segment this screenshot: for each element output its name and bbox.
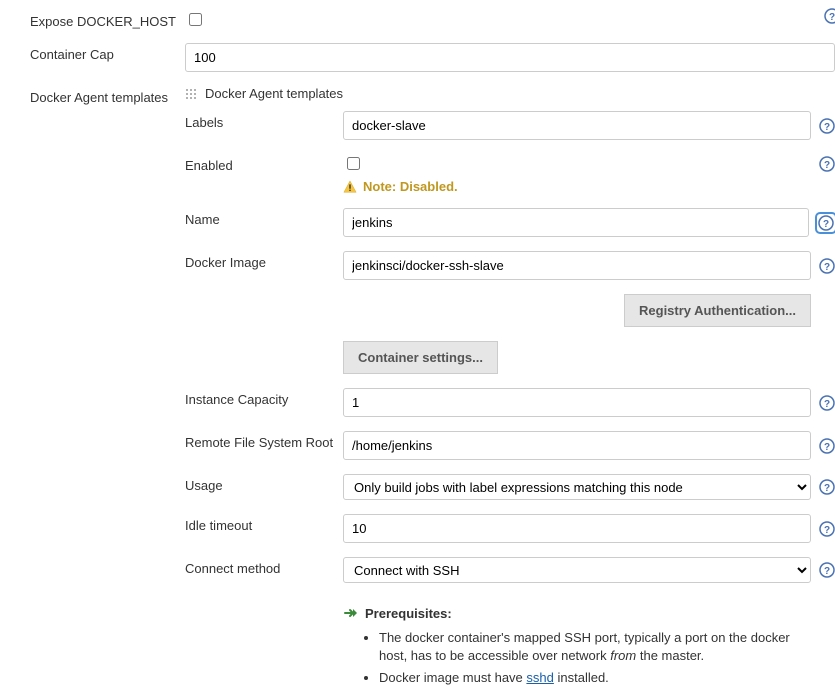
- disabled-note: Note: Disabled.: [363, 179, 458, 194]
- prerequisites-header: Prerequisites:: [365, 606, 452, 621]
- svg-text:?: ?: [824, 525, 830, 536]
- svg-text:?: ?: [824, 122, 830, 133]
- help-icon[interactable]: ?: [819, 118, 835, 134]
- expose-docker-host-label: Expose DOCKER_HOST: [30, 10, 185, 29]
- name-input[interactable]: [343, 208, 809, 237]
- prerequisites-list: The docker container's mapped SSH port, …: [363, 629, 835, 688]
- help-icon[interactable]: ?: [819, 562, 835, 578]
- enabled-label: Enabled: [185, 154, 343, 173]
- arrow-right-icon: [343, 605, 359, 621]
- container-cap-input[interactable]: [185, 43, 835, 72]
- help-icon[interactable]: ?: [819, 521, 835, 537]
- svg-text:?: ?: [824, 483, 830, 494]
- idle-timeout-input[interactable]: [343, 514, 811, 543]
- grip-icon[interactable]: [185, 88, 197, 100]
- remote-fs-input[interactable]: [343, 431, 811, 460]
- sshd-link[interactable]: sshd: [526, 670, 553, 685]
- svg-text:?: ?: [829, 12, 835, 23]
- list-item: Docker image must have sshd installed.: [379, 669, 811, 687]
- labels-label: Labels: [185, 111, 343, 130]
- help-icon[interactable]: ?: [819, 479, 835, 495]
- svg-text:?: ?: [824, 160, 830, 171]
- help-icon[interactable]: ?: [817, 214, 835, 232]
- labels-input[interactable]: [343, 111, 811, 140]
- svg-text:?: ?: [824, 399, 830, 410]
- svg-text:?: ?: [823, 219, 829, 230]
- registry-authentication-button[interactable]: Registry Authentication...: [624, 294, 811, 327]
- instance-capacity-label: Instance Capacity: [185, 388, 343, 407]
- usage-label: Usage: [185, 474, 343, 493]
- idle-timeout-label: Idle timeout: [185, 514, 343, 533]
- connect-method-select[interactable]: Connect with SSH: [343, 557, 811, 583]
- docker-image-label: Docker Image: [185, 251, 343, 270]
- docker-image-input[interactable]: [343, 251, 811, 280]
- help-icon[interactable]: ?: [819, 438, 835, 454]
- svg-text:?: ?: [824, 262, 830, 273]
- help-icon[interactable]: ?: [824, 8, 835, 24]
- container-cap-label: Container Cap: [30, 43, 185, 62]
- help-icon[interactable]: ?: [819, 258, 835, 274]
- connect-method-label: Connect method: [185, 557, 343, 576]
- list-item: The docker container's mapped SSH port, …: [379, 629, 811, 665]
- container-settings-button[interactable]: Container settings...: [343, 341, 498, 374]
- expose-docker-host-checkbox[interactable]: [189, 13, 202, 26]
- usage-select[interactable]: Only build jobs with label expressions m…: [343, 474, 811, 500]
- name-label: Name: [185, 208, 343, 227]
- help-icon[interactable]: ?: [819, 395, 835, 411]
- instance-capacity-input[interactable]: [343, 388, 811, 417]
- help-icon[interactable]: ?: [819, 156, 835, 172]
- svg-text:?: ?: [824, 566, 830, 577]
- warning-icon: [343, 180, 357, 194]
- remote-fs-label: Remote File System Root: [185, 431, 343, 450]
- svg-text:?: ?: [824, 442, 830, 453]
- docker-agent-templates-label: Docker Agent templates: [30, 86, 185, 105]
- docker-agent-templates-header: Docker Agent templates: [205, 86, 343, 101]
- enabled-checkbox[interactable]: [347, 157, 360, 170]
